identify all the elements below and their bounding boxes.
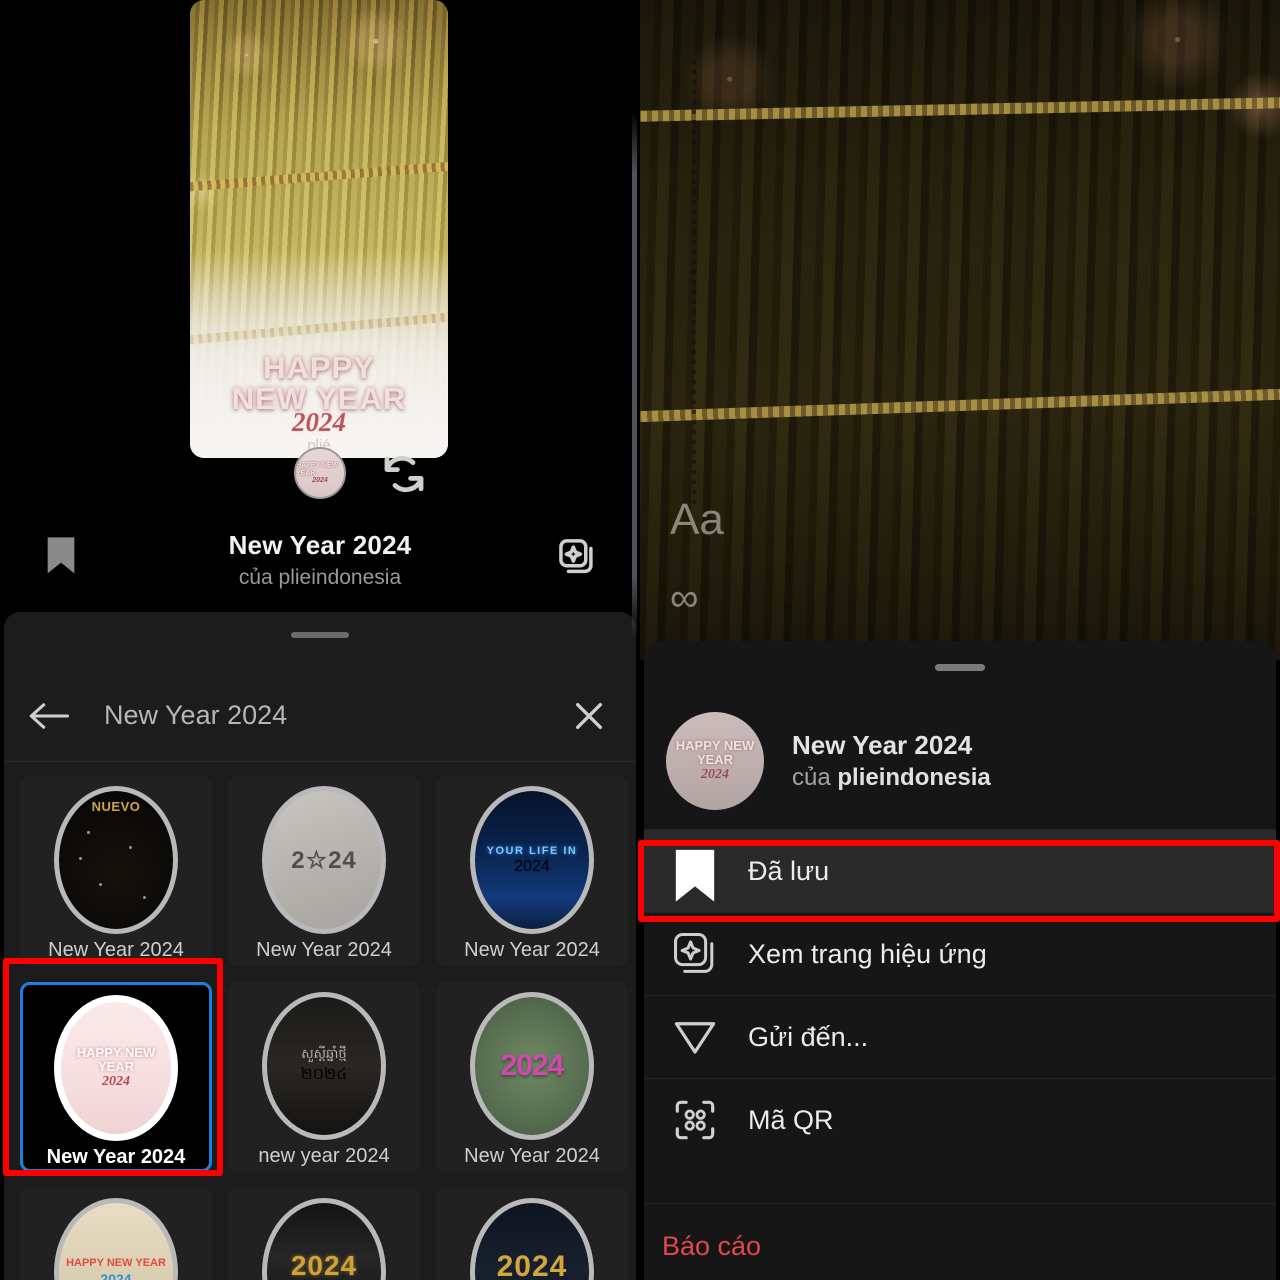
search-bar: New Year 2024 xyxy=(4,670,636,762)
thumb-caption: HAPPY NEW YEAR xyxy=(76,1045,156,1074)
effect-thumbnail: 2024Happy New Year xyxy=(262,1198,386,1280)
preview-overlay-line1: HAPPY xyxy=(263,350,375,385)
effect-action-row: New Year 2024 của plieindonesia xyxy=(0,522,640,606)
effect-picker-sheet: New Year 2024 NUEVO New Year 2024 2☆24 New … xyxy=(4,612,636,1280)
thumb-sparkle xyxy=(99,883,102,886)
camera-texture-strip xyxy=(692,60,696,510)
search-input[interactable]: New Year 2024 xyxy=(104,700,572,731)
left-phone-screen: HAPPY NEW YEAR 2024 plié HAPPY NEW YEAR … xyxy=(0,0,640,1280)
thumb-caption: YOUR LIFE IN xyxy=(486,844,578,857)
effect-cell[interactable]: HAPPY NEW YEAR2024New Year 2024 xyxy=(20,1188,212,1280)
add-to-story-icon[interactable] xyxy=(558,538,596,576)
effect-cell-label: new year 2024 xyxy=(258,1145,390,1167)
thumb-subcaption: 2024 xyxy=(514,858,550,876)
thumb-caption: 2☆24 xyxy=(291,846,357,874)
effect-author: của plieindonesia xyxy=(238,566,402,589)
thumb-subcaption: 2024 xyxy=(102,1073,130,1089)
effect-options-sheet: HAPPY NEW YEAR 2024 New Year 2024 của pl… xyxy=(644,641,1276,1280)
right-phone-screen: Aa ∞ HAPPY NEW YEAR 2024 New Year 2024 c… xyxy=(640,0,1280,1280)
thumb-caption: សួស្ដីឆ្នាំថ្មី xyxy=(301,1045,347,1061)
effect-cell-selected[interactable]: HAPPY NEW YEAR 2024 New Year 2024 xyxy=(20,982,212,1172)
camera-gold-band xyxy=(640,387,1280,424)
effect-cell[interactable]: 2024 New Year 2024 xyxy=(436,982,628,1172)
effect-cell-label: New Year 2024 xyxy=(46,1146,186,1168)
effect-cell[interactable]: 2☆24 New Year 2024 xyxy=(228,776,420,966)
menu-item-4[interactable]: Mã QR xyxy=(644,1078,1276,1161)
effect-sheet-header: HAPPY NEW YEAR 2024 New Year 2024 của pl… xyxy=(644,701,1276,821)
thumb-subcaption: ២០២៤ xyxy=(300,1066,348,1084)
menu-item-label: Đã lưu xyxy=(748,855,830,886)
preview-overlay-year: 2024 xyxy=(292,407,346,437)
thumb-sparkle xyxy=(87,831,90,834)
menu-item-1[interactable]: Đã lưu xyxy=(644,829,1276,912)
effect-thumbnail: 2024NEW YEAR xyxy=(470,1198,594,1280)
thumb-sparkle xyxy=(129,846,132,849)
menu-item-2[interactable]: Xem trang hiệu ứng xyxy=(644,912,1276,995)
effect-thumbnail: 2☆24 xyxy=(262,786,386,934)
author-prefix: của xyxy=(792,763,838,791)
effect-thumbnail: 2024 xyxy=(470,992,594,1140)
thumb-caption: 2024 xyxy=(500,1049,565,1082)
close-icon[interactable] xyxy=(572,699,606,733)
loop-tool-icon[interactable]: ∞ xyxy=(670,578,699,618)
send-icon xyxy=(672,1014,718,1060)
effect-thumbnail: HAPPY NEW YEAR 2024 xyxy=(54,995,178,1141)
thumb-caption: 2024 xyxy=(290,1250,358,1280)
menu-item-label: Mã QR xyxy=(748,1104,834,1135)
panel-divider xyxy=(632,110,637,640)
effect-preview-card[interactable]: HAPPY NEW YEAR 2024 plié xyxy=(190,0,448,458)
effect-thumbnail: សួស្ដីឆ្នាំថ្មី២០២៤ xyxy=(262,992,386,1140)
sheet-grab-handle[interactable] xyxy=(935,664,985,671)
thumb-sparkle xyxy=(143,896,146,899)
screenshot-root: HAPPY NEW YEAR 2024 plié HAPPY NEW YEAR … xyxy=(0,0,1280,1280)
camera-viewfinder[interactable] xyxy=(640,0,1280,660)
effect-title: New Year 2024 xyxy=(228,530,412,560)
preview-overlay-happy: HAPPY NEW YEAR xyxy=(190,352,448,414)
effect-thumbnail-badge[interactable]: HAPPY NEW YEAR 2024 xyxy=(294,447,346,499)
effect-thumbnail: YOUR LIFE IN 2024 xyxy=(470,786,594,934)
thumb-sparkle xyxy=(79,857,82,860)
add-to-story-icon xyxy=(672,931,718,977)
qr-code-icon xyxy=(672,1097,718,1143)
effect-cell[interactable]: YOUR LIFE IN 2024 New Year 2024 xyxy=(436,776,628,966)
effect-thumbnail: NUEVO xyxy=(54,786,178,934)
menu-item-label: Báo cáo xyxy=(662,1231,762,1261)
refresh-icon[interactable] xyxy=(380,450,428,498)
text-tool-icon[interactable]: Aa xyxy=(670,495,724,545)
effect-thumbnail: HAPPY NEW YEAR 2024 xyxy=(54,1198,178,1280)
effect-sheet-author: của plieindonesia xyxy=(792,762,991,793)
effect-cell-label: New Year 2024 xyxy=(464,1145,600,1167)
sheet-grab-handle[interactable] xyxy=(291,632,349,638)
back-arrow-icon[interactable] xyxy=(28,701,72,731)
avatar-line1: HAPPY NEW YEAR xyxy=(675,738,755,767)
effect-avatar[interactable]: HAPPY NEW YEAR 2024 xyxy=(666,712,764,810)
effect-grid: NUEVO New Year 2024 2☆24 New Year 2024 YOUR … xyxy=(4,764,636,1280)
menu-item-label: Gửi đến... xyxy=(748,1021,869,1052)
menu-item-label: Xem trang hiệu ứng xyxy=(748,938,987,969)
thumb-caption: NUEVO xyxy=(91,799,141,814)
thumb-caption: HAPPY NEW YEAR xyxy=(66,1257,166,1270)
effect-header-text: New Year 2024 của plieindonesia xyxy=(792,729,991,793)
badge-line2: 2024 xyxy=(312,476,328,484)
thumb-caption: 2024 xyxy=(496,1249,568,1280)
menu-item-3[interactable]: Gửi đến... xyxy=(644,995,1276,1078)
badge-line1: HAPPY NEW YEAR xyxy=(296,462,339,477)
effect-cell-label: New Year 2024 xyxy=(256,939,392,961)
effect-cell[interactable]: 2024NEW YEARNew Year 2024 xyxy=(436,1188,628,1280)
author-name: plieindonesia xyxy=(837,763,991,791)
avatar-line2: 2024 xyxy=(701,766,729,782)
effect-cell[interactable]: 2024Happy New YearNew Year 2024 xyxy=(228,1188,420,1280)
thumb-subcaption: 2024 xyxy=(100,1270,132,1280)
bookmark-icon xyxy=(672,848,718,902)
effect-options-menu: Đã lưu Xem trang hiệu ứng Gửi đến... Mã QR B… xyxy=(644,829,1276,1280)
menu-item-5[interactable]: Báo cáo xyxy=(644,1203,1276,1280)
effect-sheet-title: New Year 2024 xyxy=(792,730,973,761)
effect-cell-label: New Year 2024 xyxy=(464,939,600,961)
effect-cell-label: New Year 2024 xyxy=(48,939,184,961)
menu-spacer xyxy=(644,1161,1276,1203)
effect-cell[interactable]: NUEVO New Year 2024 xyxy=(20,776,212,966)
camera-gold-band xyxy=(640,96,1280,123)
effect-cell[interactable]: សួស្ដីឆ្នាំថ្មី២០២៤ new year 2024 xyxy=(228,982,420,1172)
